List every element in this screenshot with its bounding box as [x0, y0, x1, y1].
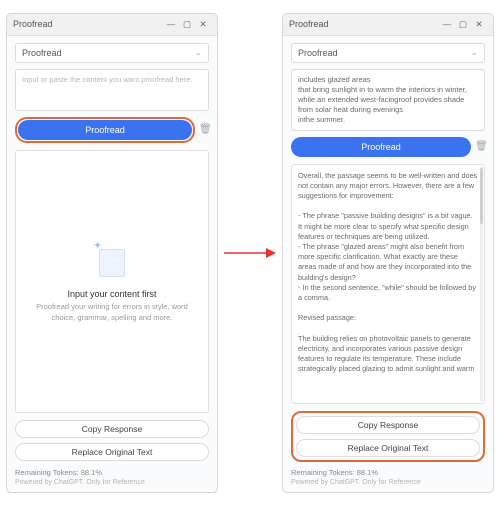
input-placeholder: Input or paste the content you want proo… — [22, 75, 193, 84]
maximize-icon[interactable]: ▢ — [179, 19, 195, 30]
minimize-icon[interactable]: — — [163, 19, 179, 29]
action-buttons: Copy Response Replace Original Text — [15, 420, 209, 461]
trash-icon[interactable]: 🗑 — [475, 141, 485, 152]
minimize-icon[interactable]: — — [439, 19, 455, 29]
arrow-icon — [224, 245, 276, 261]
empty-subtitle: Proofread your writing for errors in sty… — [22, 302, 202, 322]
replace-original-button[interactable]: Replace Original Text — [296, 439, 480, 457]
scrollbar[interactable] — [480, 166, 483, 402]
mode-select-label: Proofread — [298, 48, 470, 58]
empty-illustration: ✦ — [91, 239, 133, 281]
remaining-tokens: Remaining Tokens: 88.1% — [291, 468, 485, 477]
empty-title: Input your content first — [67, 289, 156, 299]
result-area: Overall, the passage seems to be well-wr… — [291, 164, 485, 404]
trash-icon[interactable]: 🗑 — [199, 124, 209, 135]
arrow-between — [218, 245, 282, 261]
content-input[interactable]: includes glazed areas that bring sunligh… — [291, 69, 485, 131]
window-title: Proofread — [13, 19, 163, 29]
chevron-down-icon: ⌄ — [470, 47, 478, 58]
chevron-down-icon: ⌄ — [194, 47, 202, 58]
proofread-button[interactable]: Proofread — [18, 120, 192, 140]
mode-select[interactable]: Proofread ⌄ — [291, 43, 485, 63]
mode-select-label: Proofread — [22, 48, 194, 58]
result-text: Overall, the passage seems to be well-wr… — [298, 171, 478, 375]
powered-by: Powered by ChatGPT. Only for Reference — [291, 479, 485, 486]
copy-response-button[interactable]: Copy Response — [15, 420, 209, 438]
result-area: ✦ Input your content first Proofread you… — [15, 150, 209, 413]
content-input[interactable]: Input or paste the content you want proo… — [15, 69, 209, 111]
close-icon[interactable]: ✕ — [195, 19, 211, 30]
input-text: includes glazed areas that bring sunligh… — [298, 75, 469, 125]
copy-response-button[interactable]: Copy Response — [296, 416, 480, 434]
maximize-icon[interactable]: ▢ — [455, 19, 471, 30]
scrollbar-thumb[interactable] — [480, 168, 483, 224]
panel-before: Proofread — ▢ ✕ Proofread ⌄ Input or pas… — [6, 13, 218, 493]
titlebar: Proofread — ▢ ✕ — [7, 14, 217, 36]
replace-original-button[interactable]: Replace Original Text — [15, 443, 209, 461]
proofread-button[interactable]: Proofread — [291, 137, 471, 157]
mode-select[interactable]: Proofread ⌄ — [15, 43, 209, 63]
powered-by: Powered by ChatGPT. Only for Reference — [15, 479, 209, 486]
window-title: Proofread — [289, 19, 439, 29]
highlight-actions: Copy Response Replace Original Text — [291, 411, 485, 462]
close-icon[interactable]: ✕ — [471, 19, 487, 30]
highlight-proofread: Proofread — [15, 117, 195, 143]
titlebar: Proofread — ▢ ✕ — [283, 14, 493, 36]
panel-after: Proofread — ▢ ✕ Proofread ⌄ includes gla… — [282, 13, 494, 493]
remaining-tokens: Remaining Tokens: 88.1% — [15, 468, 209, 477]
